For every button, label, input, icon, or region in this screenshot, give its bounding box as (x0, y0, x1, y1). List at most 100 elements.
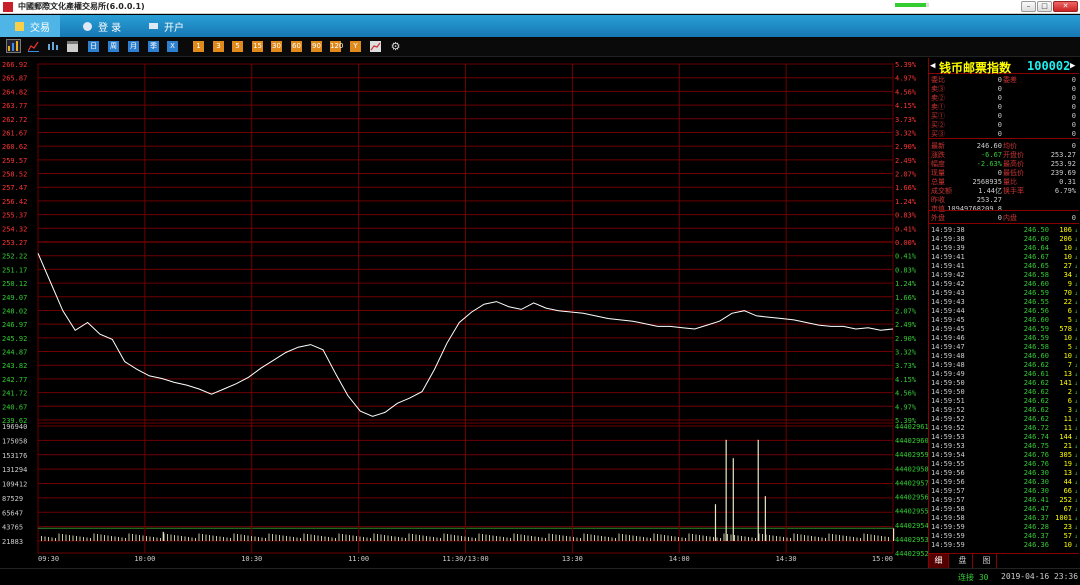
percent-tick-label: 0.41% (895, 225, 917, 233)
nav-tab-trade[interactable]: 交易 (0, 15, 60, 37)
app-logo-icon (3, 2, 13, 12)
period-1min-button[interactable]: 1 (193, 41, 204, 52)
tick-row: 14:59:51 246.62 6 ↓ (929, 397, 1079, 406)
volume-bar (499, 536, 501, 541)
price-tick-label: 261.67 (2, 129, 27, 137)
quote-v1: -6.67 (980, 151, 1002, 159)
period-day-button[interactable]: 日 (88, 41, 99, 52)
volume-bar (51, 537, 53, 541)
period-3min-button[interactable]: 3 (213, 41, 224, 52)
period-120min-button[interactable]: 120 (330, 41, 343, 52)
tick-row: 14:59:56 246.30 13 ↓ (929, 469, 1079, 478)
calendar-icon[interactable] (67, 41, 78, 52)
period-year-button[interactable]: Y (350, 41, 361, 52)
tick-row: 14:59:48 246.62 7 ↓ (929, 361, 1079, 370)
period-week-button[interactable]: 周 (108, 41, 119, 52)
period-15min-button[interactable]: 15 (252, 41, 263, 52)
volume-bar (429, 536, 431, 541)
quote-v2: 0.31 (1059, 178, 1076, 186)
down-arrow-icon: ↓ (1074, 461, 1078, 468)
volume-bar (653, 533, 655, 541)
time-tick-label: 13:30 (562, 555, 583, 563)
tick-p: 246.37 (1023, 514, 1049, 522)
tick-q: 10 (1063, 352, 1072, 360)
percent-tick-label: 3.32% (895, 129, 917, 137)
quote-l1: 卖① (931, 103, 945, 111)
volume-bar (188, 537, 189, 541)
period-quarter-button[interactable]: 季 (148, 41, 159, 52)
volume-bar (83, 537, 84, 541)
period-90min-button[interactable]: 90 (311, 41, 322, 52)
tab-chart[interactable]: 图 (977, 554, 997, 568)
close-button[interactable]: ✕ (1053, 1, 1078, 12)
volume-right-tick-label: 44402959 (895, 451, 928, 459)
drawing-tool-icon[interactable] (370, 41, 381, 52)
nav-tab-login[interactable]: 登 录 (80, 15, 140, 37)
bar-chart-icon[interactable] (6, 39, 21, 53)
quote-v1: 0 (997, 85, 1002, 93)
volume-bar (366, 537, 368, 541)
volume-bar (443, 533, 445, 541)
down-arrow-icon: ↓ (1074, 236, 1078, 243)
volume-bar (741, 536, 742, 541)
tab-book[interactable]: 盘 (953, 554, 973, 568)
volume-bar (471, 537, 473, 541)
volume-bar (562, 535, 564, 541)
down-arrow-icon: ↓ (1074, 227, 1078, 234)
price-tick-label: 251.17 (2, 266, 27, 274)
period-x-button[interactable]: X (167, 41, 178, 52)
index-code: 100002 (1027, 59, 1071, 73)
volume-bar (524, 535, 525, 541)
quote-row: 最新 246.60 均价 0 (929, 142, 1079, 151)
volume-bar (776, 536, 777, 541)
period-5min-button[interactable]: 5 (232, 41, 243, 52)
volume-bar (398, 537, 399, 541)
volume-bar (884, 536, 886, 541)
period-30min-button[interactable]: 30 (271, 41, 282, 52)
quote-l1: 成交额 (931, 187, 952, 195)
tab-detail[interactable]: 细 (929, 554, 949, 568)
percent-tick-label: 4.15% (895, 376, 917, 384)
next-symbol-button[interactable]: ▶ (1070, 61, 1075, 71)
price-tick-label: 245.92 (2, 335, 27, 343)
maximize-button[interactable]: □ (1037, 1, 1052, 12)
volume-bar (433, 537, 434, 541)
tick-p: 246.62 (1023, 379, 1049, 387)
minimize-button[interactable]: – (1021, 1, 1036, 12)
volume-bar (181, 536, 182, 541)
down-arrow-icon: ↓ (1074, 335, 1078, 342)
volume-bar (352, 535, 354, 541)
volume-bar (349, 535, 350, 541)
down-arrow-icon: ↓ (1074, 479, 1078, 486)
down-arrow-icon: ↓ (1074, 533, 1078, 540)
volume-bar (331, 537, 333, 541)
quote-row: 现量 0 最低价 239.69 (929, 169, 1079, 178)
volume-bar (55, 538, 56, 541)
volume-bar (804, 535, 805, 541)
percent-tick-label: 3.32% (895, 349, 917, 357)
volume-bar (317, 535, 319, 541)
tick-t: 14:59:41 (931, 262, 965, 270)
volume-bar (373, 533, 375, 541)
nav-tab-open-account[interactable]: 开户 (147, 15, 207, 37)
volume-bar (447, 534, 448, 541)
prev-symbol-button[interactable]: ◀ (930, 61, 935, 71)
tick-row: 14:59:45 246.60 5 ↓ (929, 316, 1079, 325)
tick-q: 9 (1067, 280, 1072, 288)
tick-t: 14:59:38 (931, 235, 965, 243)
period-month-button[interactable]: 月 (128, 41, 139, 52)
tick-t: 14:59:52 (931, 406, 965, 414)
quote-l2: 内盘 (1003, 214, 1017, 222)
volume-bar (359, 536, 361, 541)
tick-p: 246.60 (1023, 280, 1049, 288)
quote-l1: 卖③ (931, 85, 945, 93)
volume-bar (874, 535, 875, 541)
line-chart-icon[interactable] (27, 41, 39, 52)
gear-icon[interactable]: ⚙ (390, 41, 401, 52)
period-60min-button[interactable]: 60 (291, 41, 302, 52)
volume-bar (569, 536, 571, 541)
tick-p: 246.61 (1023, 370, 1049, 378)
candlestick-icon[interactable] (47, 41, 58, 52)
volume-bar (125, 538, 126, 541)
volume-bar (685, 538, 686, 541)
